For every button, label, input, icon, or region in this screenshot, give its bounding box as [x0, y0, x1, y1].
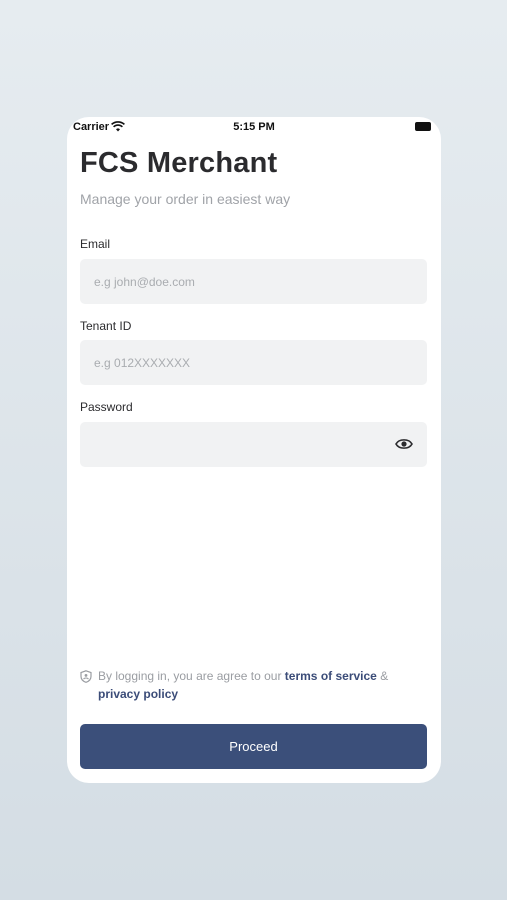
status-bar: Carrier 5:15 PM — [67, 117, 441, 137]
login-screen: Carrier 5:15 PM FCS Merchant Manage your… — [67, 117, 441, 783]
email-field-container — [80, 259, 427, 304]
tenant-id-field[interactable] — [80, 340, 427, 385]
terms-joiner: & — [376, 669, 389, 683]
status-time: 5:15 PM — [233, 121, 275, 133]
password-field-container — [80, 422, 427, 467]
proceed-button[interactable]: Proceed — [80, 724, 427, 769]
terms-notice: By logging in, you are agree to our term… — [80, 667, 427, 703]
tenant-id-label: Tenant ID — [80, 319, 132, 333]
password-label: Password — [80, 400, 133, 414]
eye-icon[interactable] — [395, 436, 413, 452]
shield-icon — [80, 670, 92, 683]
tenant-id-field-container — [80, 340, 427, 385]
terms-prefix: By logging in, you are agree to our — [98, 669, 285, 683]
terms-of-service-link[interactable]: terms of service — [285, 669, 377, 683]
battery-icon — [415, 122, 431, 131]
page-title: FCS Merchant — [80, 147, 278, 179]
privacy-policy-link[interactable]: privacy policy — [98, 687, 178, 701]
page-subtitle: Manage your order in easiest way — [80, 191, 291, 207]
password-field[interactable] — [80, 422, 427, 467]
email-field[interactable] — [80, 259, 427, 304]
email-label: Email — [80, 237, 111, 251]
